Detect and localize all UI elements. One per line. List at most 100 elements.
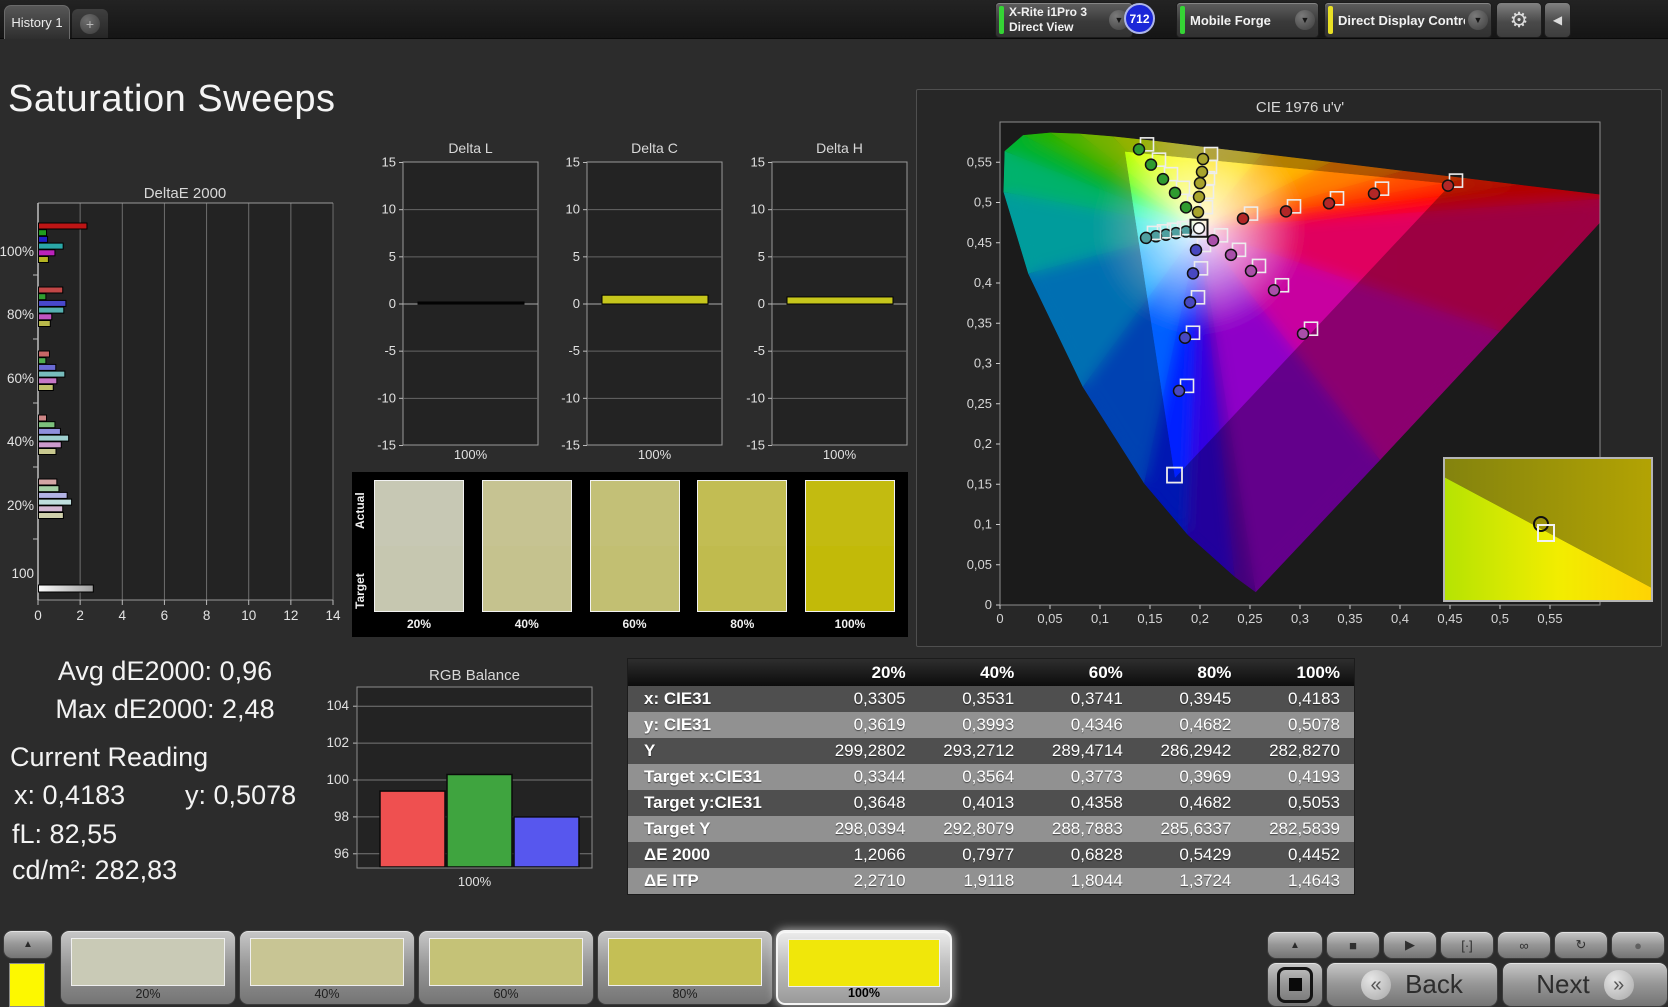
svg-text:-15: -15 — [746, 438, 765, 453]
pattern-level-label: 60% — [493, 987, 519, 1001]
column-header: 40% — [980, 662, 1015, 682]
reading-y: y: 0,5078 — [185, 780, 297, 810]
svg-text:-15: -15 — [377, 438, 396, 453]
table-row: ΔE ITP 2,2710 1,9118 1,8044 1,3724 1,4643 — [628, 868, 1354, 894]
svg-text:100%: 100% — [0, 244, 34, 259]
stop-square-icon — [1277, 966, 1313, 1003]
svg-text:60%: 60% — [7, 371, 34, 386]
patch-swatch-100% — [805, 480, 895, 612]
pattern-level-label: 80% — [672, 987, 698, 1001]
chevrons-left-icon: « — [1361, 969, 1392, 1000]
scroll-up-right-button[interactable]: ▲ — [1267, 931, 1323, 959]
loop-infinite-button[interactable]: ∞ — [1497, 931, 1551, 959]
column-header: 20% — [871, 662, 906, 682]
svg-text:96: 96 — [334, 846, 349, 861]
svg-text:10: 10 — [566, 202, 580, 217]
svg-text:100%: 100% — [823, 447, 857, 462]
svg-text:15: 15 — [751, 155, 765, 170]
current-patch-preview — [9, 963, 45, 1007]
svg-text:100%: 100% — [458, 874, 492, 889]
svg-text:12: 12 — [283, 608, 298, 623]
pattern-level-button-60%[interactable]: 60% — [418, 930, 594, 1005]
svg-text:100: 100 — [11, 566, 34, 581]
gear-icon: ⚙ — [1509, 8, 1529, 32]
reading-x: x: 0,4183 — [14, 780, 126, 810]
table-row: ΔE 2000 1,2066 0,7977 0,6828 0,5429 0,4452 — [628, 842, 1354, 868]
tab-history-1[interactable]: History 1 — [4, 5, 70, 39]
svg-text:8: 8 — [203, 608, 211, 623]
pattern-window-button[interactable]: [·] — [1440, 931, 1494, 959]
svg-text:-10: -10 — [377, 390, 396, 405]
svg-text:-5: -5 — [753, 343, 765, 358]
table-row: Target y:CIE31 0,3648 0,4013 0,4358 0,4682 0,… — [628, 790, 1354, 816]
patch-swatch-40% — [481, 480, 572, 612]
svg-text:5: 5 — [389, 249, 396, 264]
svg-text:4: 4 — [119, 608, 127, 623]
loop-infinite-icon: ∞ — [1519, 937, 1529, 953]
pattern-level-button-20%[interactable]: 20% — [60, 930, 236, 1005]
svg-text:10: 10 — [382, 202, 396, 217]
plus-icon: + — [80, 13, 100, 34]
table-row: x: CIE31 0,3305 0,3531 0,3741 0,3945 0,4183 — [628, 686, 1354, 712]
svg-text:5: 5 — [573, 249, 580, 264]
meter-selector[interactable]: X-Rite i1Pro 3 Direct View ▼ — [995, 2, 1133, 38]
stop-measurement-button[interactable] — [1267, 962, 1323, 1007]
svg-text:98: 98 — [334, 809, 349, 824]
play-button[interactable]: ▶ — [1383, 931, 1437, 959]
column-header: 100% — [1296, 662, 1340, 682]
pattern-window-icon: [·] — [1461, 937, 1473, 953]
display-status-bar — [1328, 6, 1333, 34]
cie-diagram-panel — [916, 89, 1662, 647]
source-selector[interactable]: Mobile Forge ▼ — [1176, 2, 1319, 38]
svg-text:0: 0 — [34, 608, 42, 623]
svg-text:0: 0 — [573, 296, 580, 311]
settings-button[interactable]: ⚙ — [1496, 2, 1542, 38]
source-status-bar — [1180, 6, 1185, 34]
meter-status-bar — [999, 6, 1004, 34]
pattern-level-button-40%[interactable]: 40% — [239, 930, 415, 1005]
svg-text:0: 0 — [758, 296, 765, 311]
svg-text:Delta C: Delta C — [631, 140, 678, 156]
stop-button[interactable]: ■ — [1326, 931, 1380, 959]
back-button[interactable]: « Back — [1326, 962, 1498, 1007]
patch-swatch-20% — [374, 480, 464, 612]
chevron-down-icon: ▼ — [1468, 10, 1488, 30]
pattern-swatch — [608, 938, 762, 986]
pattern-level-button-80%[interactable]: 80% — [597, 930, 773, 1005]
svg-text:Delta L: Delta L — [448, 140, 493, 156]
max-de2000-stat: Max dE2000: 2,48 — [55, 694, 275, 724]
table-row: y: CIE31 0,3619 0,3993 0,4346 0,4682 0,5078 — [628, 712, 1354, 738]
svg-text:10: 10 — [241, 608, 256, 623]
svg-text:RGB Balance: RGB Balance — [429, 667, 520, 684]
column-header: 60% — [1088, 662, 1123, 682]
play-icon: ▶ — [1405, 937, 1415, 952]
collapse-panel-button[interactable]: ◀ — [1544, 2, 1571, 38]
record-button[interactable]: ● — [1611, 931, 1665, 959]
patch-swatch-80% — [697, 480, 788, 612]
meter-count-badge[interactable]: 712 — [1124, 3, 1155, 34]
svg-text:100%: 100% — [454, 447, 488, 462]
stop-icon: ■ — [1349, 937, 1357, 953]
patch-swatch-label: 40% — [514, 617, 539, 631]
app-window: History 1 + X-Rite i1Pro 3 Direct View ▼ … — [0, 0, 1668, 1007]
reading-cdm2: cd/m²: 282,83 — [12, 855, 178, 885]
table-row: Target x:CIE31 0,3344 0,3564 0,3773 0,3969 0,… — [628, 764, 1354, 790]
actual-target-swatch-strip: Actual Target 20% 40% 60% 80% 100% — [352, 472, 908, 637]
arrow-up-icon: ▲ — [23, 939, 33, 950]
next-button[interactable]: Next » — [1502, 962, 1668, 1007]
column-header: 80% — [1197, 662, 1232, 682]
current-reading-title: Current Reading — [10, 742, 209, 772]
patch-swatch-label: 80% — [730, 617, 755, 631]
svg-text:-5: -5 — [568, 343, 580, 358]
arrow-up-icon: ▲ — [1290, 939, 1300, 951]
display-control-selector[interactable]: Direct Display Control ▼ — [1324, 2, 1492, 38]
scroll-up-left-button[interactable]: ▲ — [3, 930, 53, 959]
svg-text:6: 6 — [161, 608, 169, 623]
measurement-table: 20% 40% 60% 80% 100% x: CIE31 0,3305 0,3531 0,37… — [627, 658, 1355, 895]
pattern-swatch — [429, 938, 583, 986]
top-bar: History 1 + X-Rite i1Pro 3 Direct View ▼ … — [0, 0, 1668, 39]
pattern-level-button-100%[interactable]: 100% — [776, 930, 952, 1005]
add-tab-button[interactable]: + — [72, 9, 108, 38]
refresh-button[interactable]: ↻ — [1554, 931, 1608, 959]
pattern-swatch — [788, 939, 940, 987]
